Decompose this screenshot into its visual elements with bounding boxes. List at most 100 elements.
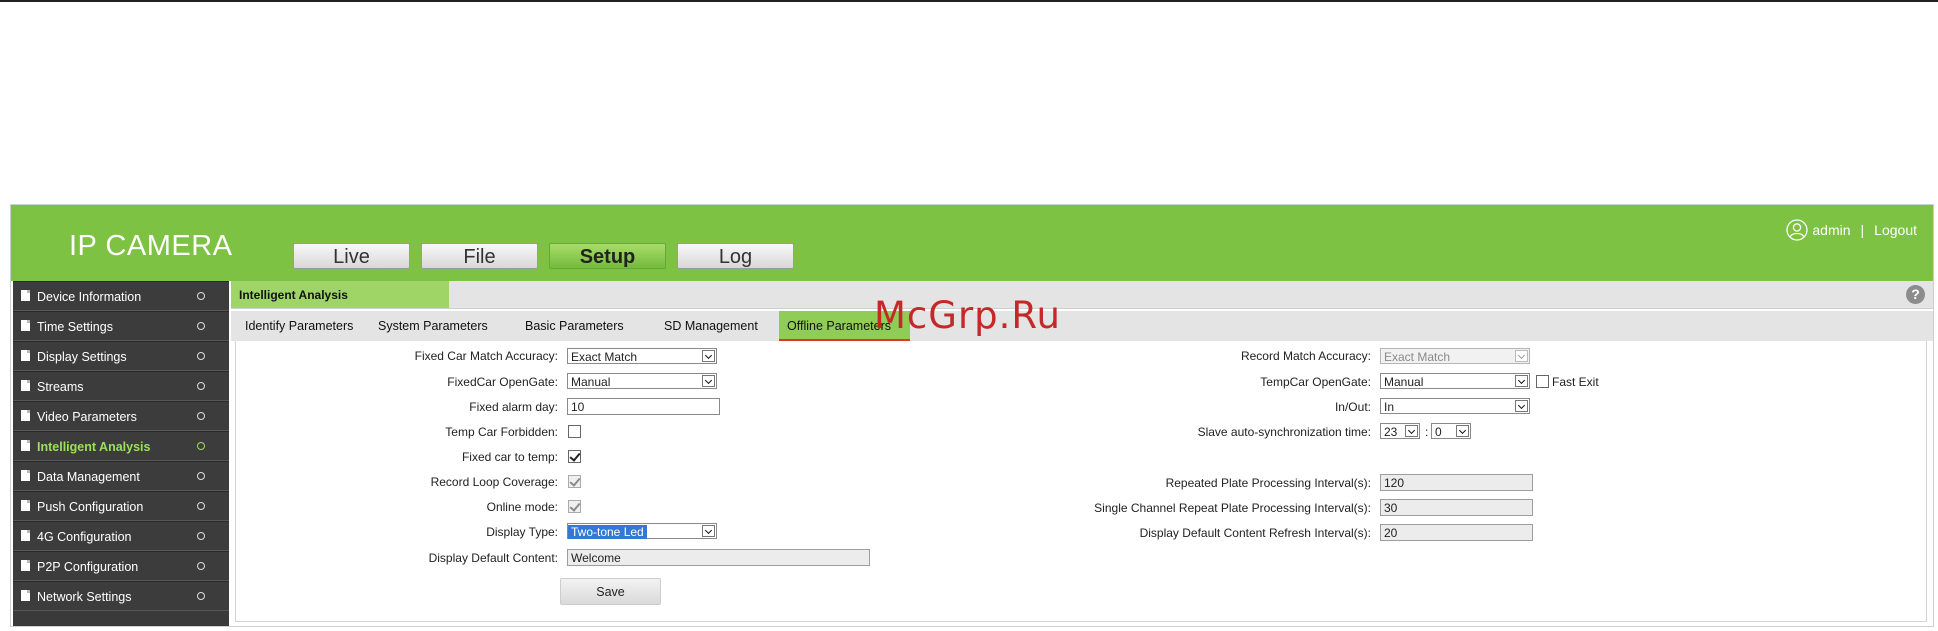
nav-setup-button[interactable]: Setup xyxy=(549,243,666,269)
document-icon xyxy=(21,440,30,451)
help-icon[interactable]: ? xyxy=(1906,285,1925,304)
fast-exit-checkbox[interactable] xyxy=(1536,375,1549,388)
fixed-car-to-temp-checkbox[interactable] xyxy=(568,450,581,463)
single-channel-repeat-interval-label: Single Channel Repeat Plate Processing I… xyxy=(1094,501,1371,515)
app-frame: IP CAMERA Live File Setup Log admin | Lo… xyxy=(10,204,1934,627)
chevron-down-icon xyxy=(702,525,715,537)
repeated-plate-interval-label: Repeated Plate Processing Interval(s): xyxy=(1165,476,1371,490)
tab-basic-parameters[interactable]: Basic Parameters xyxy=(517,311,632,341)
nav-log-button[interactable]: Log xyxy=(677,243,794,269)
circle-icon xyxy=(197,442,205,450)
document-icon xyxy=(21,320,30,331)
sidebar-item-push-configuration[interactable]: Push Configuration xyxy=(13,491,229,521)
section-title-bar: Intelligent Analysis ? xyxy=(231,281,1933,309)
chevron-down-icon xyxy=(1405,425,1418,437)
user-bar: admin | Logout xyxy=(1786,219,1917,241)
select-value: In xyxy=(1384,400,1395,414)
sidebar-item-p2p-configuration[interactable]: P2P Configuration xyxy=(13,551,229,581)
document-icon xyxy=(21,380,30,391)
in-out-label: In/Out: xyxy=(1334,400,1371,414)
section-title: Intelligent Analysis xyxy=(231,281,449,308)
logout-link[interactable]: Logout xyxy=(1874,222,1917,238)
chevron-down-icon xyxy=(702,350,715,362)
username-link[interactable]: admin xyxy=(1812,222,1850,238)
circle-icon xyxy=(197,532,205,540)
sidebar-item-label: Intelligent Analysis xyxy=(37,440,151,454)
document-icon xyxy=(21,350,30,361)
sidebar-item-streams[interactable]: Streams xyxy=(13,371,229,401)
document-icon xyxy=(21,590,30,601)
tempcar-opengate-select[interactable]: Manual xyxy=(1380,373,1530,389)
sidebar-item-label: Device Information xyxy=(37,290,142,304)
sidebar-item-label: Video Parameters xyxy=(37,410,137,424)
time-colon: : xyxy=(1425,425,1429,439)
sidebar-item-label: Network Settings xyxy=(37,590,132,604)
online-mode-checkbox[interactable] xyxy=(568,500,581,513)
slave-sync-time-label: Slave auto-synchronization time: xyxy=(1197,425,1371,439)
select-value: Exact Match xyxy=(1384,350,1451,364)
document-icon xyxy=(21,560,30,571)
chevron-down-icon xyxy=(1515,375,1528,387)
in-out-select[interactable]: In xyxy=(1380,398,1530,414)
fixedcar-opengate-select[interactable]: Manual xyxy=(567,373,717,389)
user-separator: | xyxy=(1860,222,1865,238)
circle-icon xyxy=(197,382,205,390)
header-bar: IP CAMERA Live File Setup Log admin | Lo… xyxy=(11,205,1933,281)
display-refresh-interval-input[interactable]: 20 xyxy=(1380,524,1533,541)
sidebar-item-video-parameters[interactable]: Video Parameters xyxy=(13,401,229,431)
fixedcar-opengate-label: FixedCar OpenGate: xyxy=(447,375,558,389)
single-channel-repeat-interval-input[interactable]: 30 xyxy=(1380,499,1533,516)
display-type-select[interactable]: Two-tone Led xyxy=(567,523,717,539)
document-icon xyxy=(21,290,30,301)
chevron-down-icon xyxy=(1515,350,1528,362)
nav-file-button[interactable]: File xyxy=(421,243,538,269)
sidebar-item-4g-configuration[interactable]: 4G Configuration xyxy=(13,521,229,551)
tab-system-parameters[interactable]: System Parameters xyxy=(370,311,496,341)
fast-exit-label: Fast Exit xyxy=(1552,375,1599,389)
sidebar-item-time-settings[interactable]: Time Settings xyxy=(13,311,229,341)
select-value: Manual xyxy=(1384,375,1424,389)
document-icon xyxy=(21,530,30,541)
circle-icon xyxy=(197,322,205,330)
select-value: Exact Match xyxy=(571,350,638,364)
fixed-alarm-day-input[interactable]: 10 xyxy=(567,398,720,415)
document-icon xyxy=(21,410,30,421)
sidebar-item-label: Time Settings xyxy=(37,320,113,334)
circle-icon xyxy=(197,562,205,570)
sidebar-item-label: Display Settings xyxy=(37,350,127,364)
sidebar-item-label: Push Configuration xyxy=(37,500,144,514)
watermark-text: McGrp.Ru xyxy=(874,294,1061,337)
sidebar-item-intelligent-analysis[interactable]: Intelligent Analysis xyxy=(13,431,229,461)
fixed-alarm-day-label: Fixed alarm day: xyxy=(469,400,558,414)
display-default-content-input[interactable]: Welcome xyxy=(567,549,870,566)
sidebar-item-label: Streams xyxy=(37,380,84,394)
user-circle-icon xyxy=(1786,219,1809,241)
sidebar: Device Information Time Settings Display… xyxy=(13,281,229,626)
record-loop-coverage-label: Record Loop Coverage: xyxy=(430,475,558,489)
tab-sd-management[interactable]: SD Management xyxy=(656,311,766,341)
slave-sync-minute-select[interactable]: 0 xyxy=(1431,423,1471,439)
chevron-down-icon xyxy=(702,375,715,387)
sidebar-item-device-information[interactable]: Device Information xyxy=(13,281,229,311)
slave-sync-hour-select[interactable]: 23 xyxy=(1380,423,1420,439)
sidebar-item-network-settings[interactable]: Network Settings xyxy=(13,581,229,611)
repeated-plate-interval-input[interactable]: 120 xyxy=(1380,474,1533,491)
circle-icon xyxy=(197,502,205,510)
fixed-car-to-temp-label: Fixed car to temp: xyxy=(461,450,558,464)
circle-icon xyxy=(197,352,205,360)
sidebar-item-data-management[interactable]: Data Management xyxy=(13,461,229,491)
fixed-car-match-accuracy-select[interactable]: Exact Match xyxy=(567,348,717,364)
display-default-content-label: Display Default Content: xyxy=(428,551,558,565)
save-button[interactable]: Save xyxy=(560,578,661,605)
document-icon xyxy=(21,470,30,481)
display-type-label: Display Type: xyxy=(486,525,558,539)
document-icon xyxy=(21,500,30,511)
record-match-accuracy-select[interactable]: Exact Match xyxy=(1380,348,1530,364)
online-mode-label: Online mode: xyxy=(486,500,558,514)
sidebar-item-display-settings[interactable]: Display Settings xyxy=(13,341,229,371)
nav-live-button[interactable]: Live xyxy=(293,243,410,269)
tab-identify-parameters[interactable]: Identify Parameters xyxy=(237,311,361,341)
sidebar-item-label: Data Management xyxy=(37,470,140,484)
record-loop-coverage-checkbox[interactable] xyxy=(568,475,581,488)
temp-car-forbidden-checkbox[interactable] xyxy=(568,425,581,438)
